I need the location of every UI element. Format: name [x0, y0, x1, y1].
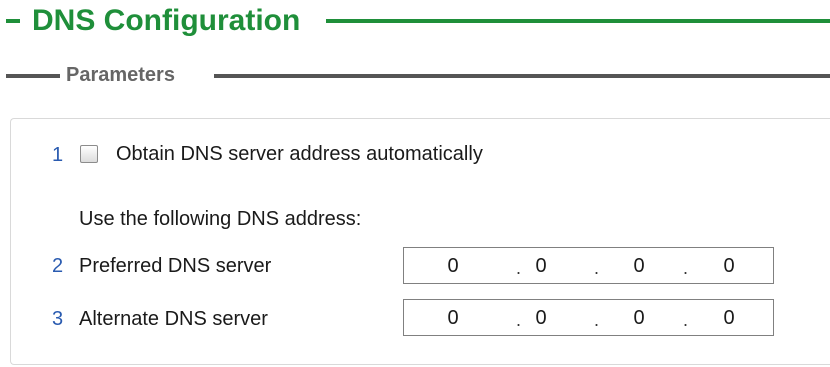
- section-title: Parameters: [66, 64, 175, 86]
- ip-separator: .: [683, 310, 689, 330]
- section-rule-left: [6, 74, 60, 78]
- header-dash: [6, 19, 20, 23]
- ip-separator: .: [516, 258, 522, 278]
- option-number-3: 3: [52, 308, 64, 330]
- preferred-octet-1[interactable]: 0: [438, 254, 468, 278]
- header-rule: [326, 19, 830, 23]
- preferred-dns-input[interactable]: 0 . 0 . 0 . 0: [403, 247, 774, 284]
- ip-separator: .: [594, 258, 600, 278]
- section-header: Parameters: [0, 60, 830, 90]
- ip-separator: .: [516, 310, 522, 330]
- preferred-octet-3[interactable]: 0: [624, 254, 654, 278]
- use-following-label: Use the following DNS address:: [79, 208, 362, 230]
- option-number-2: 2: [52, 255, 64, 277]
- ip-separator: .: [683, 258, 689, 278]
- alternate-octet-1[interactable]: 0: [438, 306, 468, 330]
- alternate-dns-input[interactable]: 0 . 0 . 0 . 0: [403, 299, 774, 336]
- auto-dns-checkbox[interactable]: [80, 145, 98, 163]
- option-number-1: 1: [52, 144, 64, 166]
- auto-dns-label[interactable]: Obtain DNS server address automatically: [116, 142, 483, 166]
- alternate-dns-label: Alternate DNS server: [79, 308, 268, 330]
- preferred-dns-label: Preferred DNS server: [79, 255, 272, 277]
- preferred-octet-2[interactable]: 0: [526, 254, 556, 278]
- section-rule-right: [214, 74, 830, 78]
- page-header: DNS Configuration: [0, 0, 830, 44]
- alternate-octet-4[interactable]: 0: [714, 306, 744, 330]
- ip-separator: .: [594, 310, 600, 330]
- alternate-octet-3[interactable]: 0: [624, 306, 654, 330]
- alternate-octet-2[interactable]: 0: [526, 306, 556, 330]
- preferred-octet-4[interactable]: 0: [714, 254, 744, 278]
- page-title: DNS Configuration: [32, 4, 301, 37]
